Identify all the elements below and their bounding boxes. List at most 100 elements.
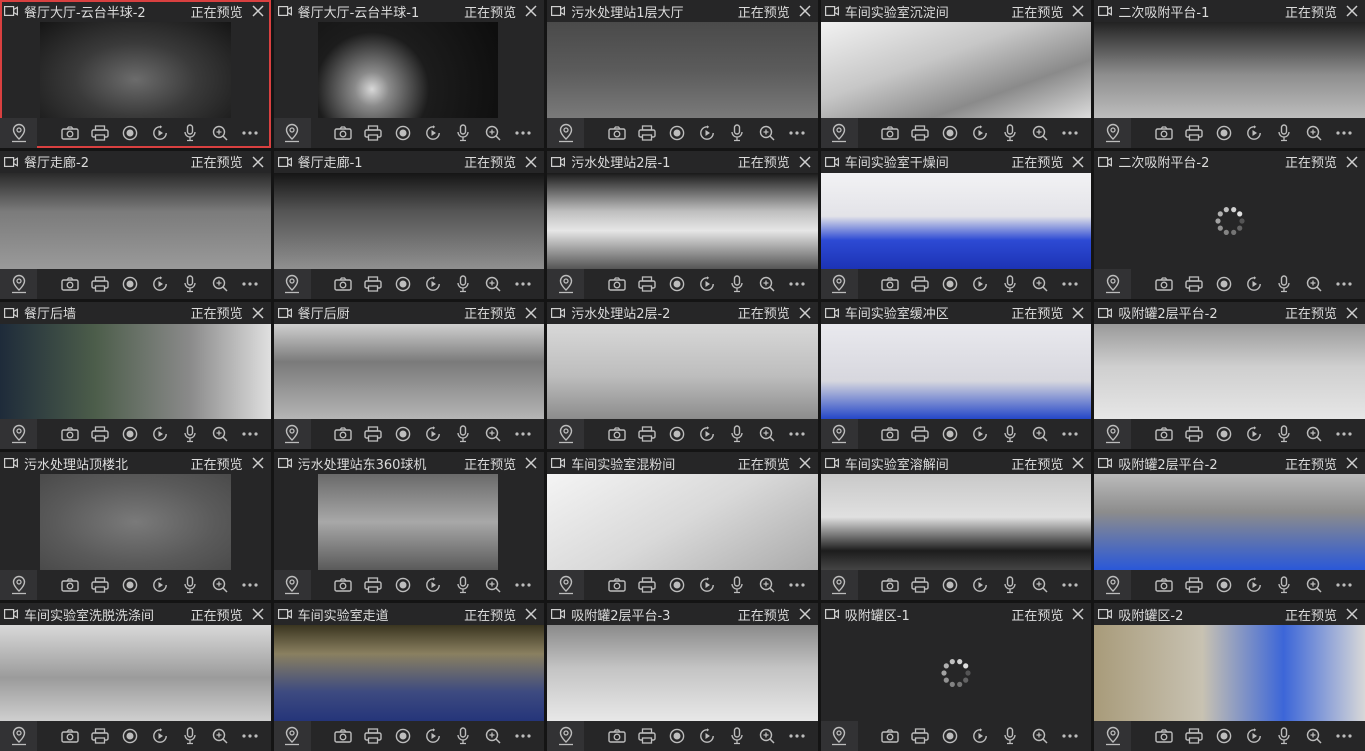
location-icon[interactable] [0,268,37,299]
print-icon[interactable] [1179,118,1209,148]
zoom-icon[interactable] [205,269,235,299]
close-icon[interactable] [798,456,812,470]
playback-icon[interactable] [965,721,995,751]
close-icon[interactable] [1071,155,1085,169]
more-icon[interactable] [508,118,538,148]
snapshot-icon[interactable] [1149,419,1179,449]
location-icon[interactable] [820,721,858,751]
zoom-icon[interactable] [1299,419,1329,449]
close-icon[interactable] [251,607,265,621]
more-icon[interactable] [235,570,265,600]
more-icon[interactable] [1329,118,1359,148]
zoom-icon[interactable] [478,118,508,148]
snapshot-icon[interactable] [875,269,905,299]
zoom-icon[interactable] [1299,269,1329,299]
location-icon[interactable] [820,117,858,148]
video-feed[interactable] [1094,625,1365,721]
location-icon[interactable] [547,117,585,148]
record-icon[interactable] [662,570,692,600]
video-feed[interactable] [0,323,271,420]
microphone-icon[interactable] [722,721,752,751]
playback-icon[interactable] [965,419,995,449]
playback-icon[interactable] [692,419,722,449]
zoom-icon[interactable] [1025,419,1055,449]
print-icon[interactable] [85,269,115,299]
video-feed[interactable] [317,22,499,118]
video-cell[interactable]: 吸附罐区-1 正在预览 [820,603,1092,751]
snapshot-icon[interactable] [328,269,358,299]
playback-icon[interactable] [1239,269,1269,299]
playback-icon[interactable] [418,721,448,751]
location-icon[interactable] [273,721,311,751]
video-cell[interactable]: 污水处理站2层-2 正在预览 [547,301,818,450]
record-icon[interactable] [1209,721,1239,751]
snapshot-icon[interactable] [602,721,632,751]
close-icon[interactable] [798,306,812,320]
print-icon[interactable] [905,419,935,449]
close-icon[interactable] [1345,306,1359,320]
record-icon[interactable] [115,118,145,148]
more-icon[interactable] [782,570,812,600]
zoom-icon[interactable] [205,570,235,600]
close-icon[interactable] [798,155,812,169]
video-cell[interactable]: 餐厅走廊-1 正在预览 [273,150,545,299]
location-icon[interactable] [1094,268,1132,299]
video-cell[interactable]: 餐厅后厨 正在预览 [273,301,545,450]
playback-icon[interactable] [965,118,995,148]
video-cell[interactable]: 车间实验室缓冲区 正在预览 [820,301,1092,450]
microphone-icon[interactable] [448,570,478,600]
more-icon[interactable] [1055,118,1085,148]
location-icon[interactable] [0,721,37,751]
video-feed[interactable] [0,172,271,269]
video-cell[interactable]: 车间实验室干燥间 正在预览 [820,150,1092,299]
microphone-icon[interactable] [722,118,752,148]
video-feed[interactable] [0,625,271,721]
video-cell[interactable]: 二次吸附平台-1 正在预览 [1094,0,1365,148]
record-icon[interactable] [662,721,692,751]
print-icon[interactable] [85,419,115,449]
video-cell[interactable]: 污水处理站顶楼北 正在预览 [0,452,271,601]
location-icon[interactable] [820,570,858,601]
playback-icon[interactable] [1239,570,1269,600]
zoom-icon[interactable] [1299,118,1329,148]
more-icon[interactable] [235,118,265,148]
close-icon[interactable] [1345,607,1359,621]
microphone-icon[interactable] [175,419,205,449]
video-cell[interactable]: 污水处理站2层-1 正在预览 [547,150,818,299]
close-icon[interactable] [1345,4,1359,18]
record-icon[interactable] [935,419,965,449]
video-cell[interactable]: 餐厅后墙 正在预览 [0,301,271,450]
zoom-icon[interactable] [1299,721,1329,751]
zoom-icon[interactable] [1025,118,1055,148]
playback-icon[interactable] [1239,118,1269,148]
playback-icon[interactable] [145,570,175,600]
print-icon[interactable] [632,721,662,751]
video-feed[interactable] [547,625,818,721]
snapshot-icon[interactable] [328,118,358,148]
zoom-icon[interactable] [1025,570,1055,600]
playback-icon[interactable] [418,570,448,600]
snapshot-icon[interactable] [55,721,85,751]
video-cell[interactable]: 餐厅大厅-云台半球-1 正在预览 [273,0,545,148]
more-icon[interactable] [1055,570,1085,600]
more-icon[interactable] [235,721,265,751]
print-icon[interactable] [1179,419,1209,449]
record-icon[interactable] [388,419,418,449]
playback-icon[interactable] [1239,721,1269,751]
snapshot-icon[interactable] [602,269,632,299]
video-cell[interactable]: 车间实验室混粉间 正在预览 [547,452,818,601]
location-icon[interactable] [547,570,585,601]
playback-icon[interactable] [965,269,995,299]
location-icon[interactable] [1094,570,1132,601]
video-cell[interactable]: 吸附罐2层平台-2 正在预览 [1094,301,1365,450]
more-icon[interactable] [508,419,538,449]
record-icon[interactable] [662,419,692,449]
location-icon[interactable] [273,117,311,148]
more-icon[interactable] [782,269,812,299]
microphone-icon[interactable] [995,419,1025,449]
zoom-icon[interactable] [752,570,782,600]
print-icon[interactable] [358,419,388,449]
record-icon[interactable] [115,721,145,751]
print-icon[interactable] [358,118,388,148]
microphone-icon[interactable] [448,118,478,148]
